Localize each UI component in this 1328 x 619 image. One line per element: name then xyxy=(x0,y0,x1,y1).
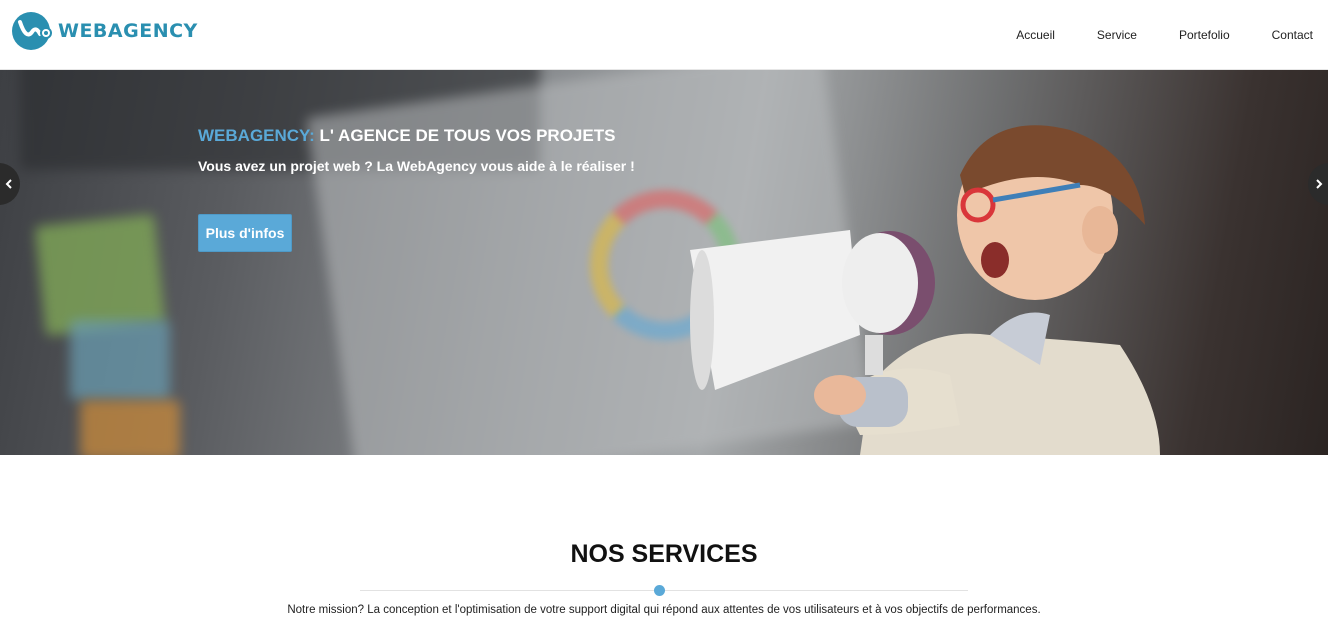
logo-icon xyxy=(12,12,52,50)
background-sticky-note xyxy=(34,214,166,336)
chevron-right-icon xyxy=(1316,179,1323,189)
hero-title-brand: WEBAGENCY: xyxy=(198,126,315,145)
services-description: Notre mission? La conception et l'optimi… xyxy=(287,604,1041,616)
background-sticky-note xyxy=(80,400,180,455)
hero-title-text: L' AGENCE DE TOUS VOS PROJETS xyxy=(314,126,616,145)
nav-item-contact[interactable]: Contact xyxy=(1272,28,1328,42)
hero-image-boy-megaphone xyxy=(690,125,1160,455)
services-title: NOS SERVICES xyxy=(570,540,758,568)
carousel-prev-button[interactable] xyxy=(0,163,20,205)
logo[interactable]: WEBAGENCY xyxy=(10,10,198,52)
site-header: WEBAGENCY Accueil Service Portefolio Con… xyxy=(0,0,1328,70)
carousel-next-button[interactable] xyxy=(1308,163,1328,205)
main-nav: Accueil Service Portefolio Contact xyxy=(1016,0,1328,70)
hero-carousel: WEBAGENCY: L' AGENCE DE TOUS VOS PROJETS… xyxy=(0,70,1328,455)
hero-subtitle: Vous avez un projet web ? La WebAgency v… xyxy=(198,158,635,174)
nav-item-portefolio[interactable]: Portefolio xyxy=(1179,28,1230,42)
divider-dot xyxy=(654,585,665,596)
background-sticky-note xyxy=(70,320,170,400)
chevron-left-icon xyxy=(5,179,12,189)
nav-item-accueil[interactable]: Accueil xyxy=(1016,28,1055,42)
more-info-button[interactable]: Plus d'infos xyxy=(198,214,292,252)
hero-title: WEBAGENCY: L' AGENCE DE TOUS VOS PROJETS xyxy=(198,126,615,146)
logo-text: WEBAGENCY xyxy=(58,20,198,42)
nav-item-service[interactable]: Service xyxy=(1097,28,1137,42)
